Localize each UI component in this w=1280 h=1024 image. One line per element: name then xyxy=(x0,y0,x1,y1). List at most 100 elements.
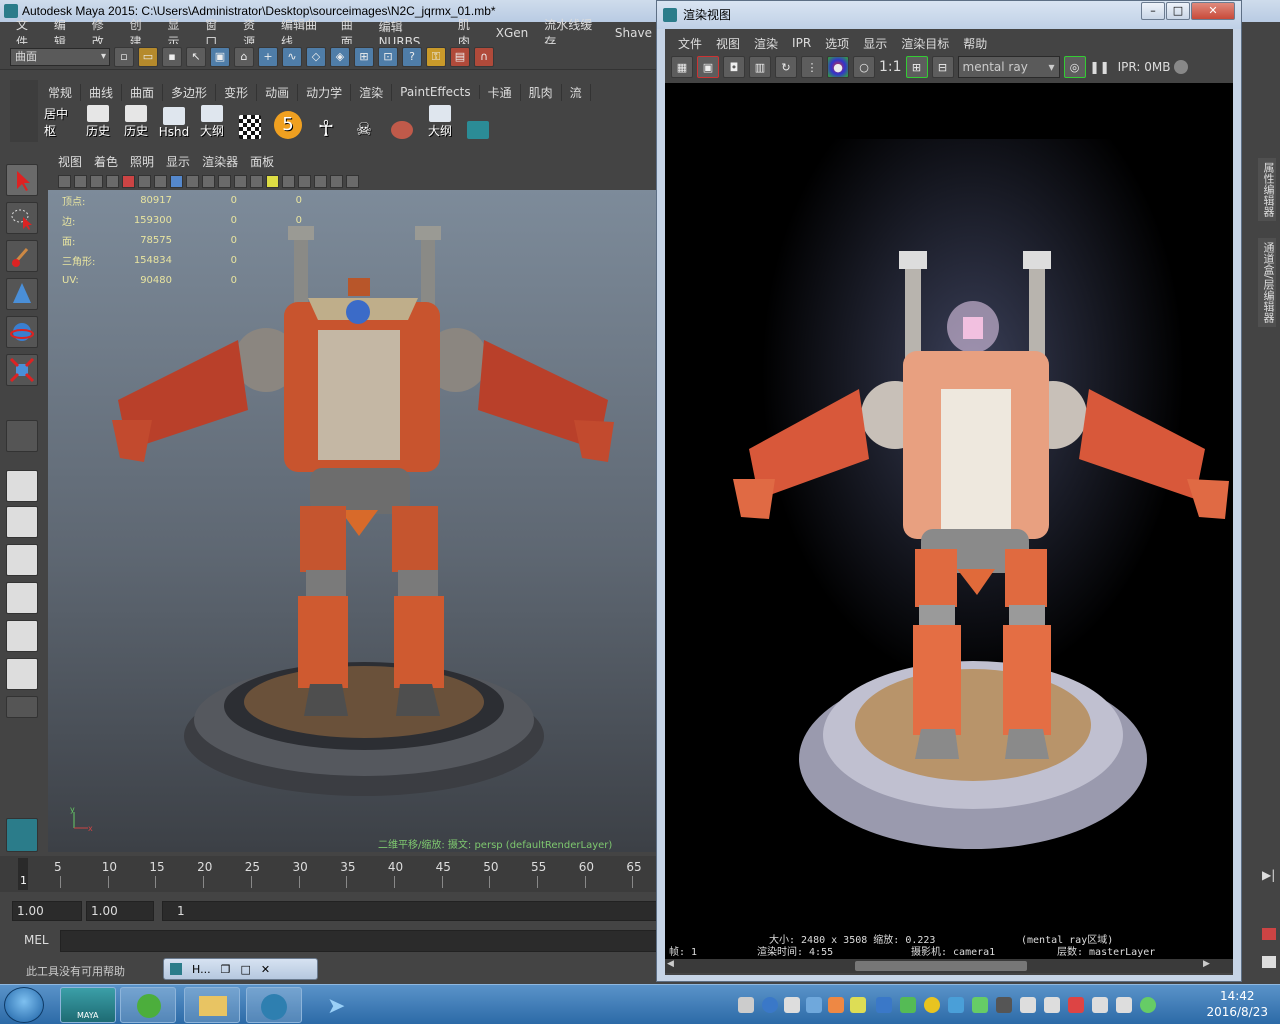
real-size-label[interactable]: 1:1 xyxy=(879,59,902,75)
time-slider[interactable]: 1 5 10 15 20 25 30 35 40 45 50 55 60 65 xyxy=(0,856,660,892)
render-frame-icon[interactable]: ▤ xyxy=(450,46,470,67)
shelf-maya-logo-button[interactable] xyxy=(462,105,494,139)
textured-icon[interactable] xyxy=(234,174,247,188)
mel-command-input[interactable] xyxy=(60,930,658,952)
start-button[interactable] xyxy=(4,987,44,1023)
rotate-tool-icon[interactable] xyxy=(6,316,38,348)
renderer-dropdown[interactable]: mental ray xyxy=(957,56,1060,78)
snapshot-icon[interactable]: ◘ xyxy=(723,56,745,78)
perspective-viewport[interactable]: 顶点:8091700 边:15930000 面:7857500 三角形:1548… xyxy=(48,190,658,852)
gate-mask-icon[interactable] xyxy=(186,174,199,188)
save-scene-icon[interactable]: ▪ xyxy=(162,46,182,67)
last-tool-slot[interactable] xyxy=(6,420,38,452)
script-editor-icon[interactable] xyxy=(1262,956,1276,968)
shelf-history-button[interactable]: 历史 xyxy=(82,105,114,139)
taskbar-browser[interactable] xyxy=(120,987,176,1023)
volume-icon[interactable] xyxy=(1116,997,1132,1013)
wechat-icon[interactable] xyxy=(1140,997,1156,1013)
snap-point-icon[interactable]: ◇ xyxy=(306,46,326,67)
taskbar-video-player[interactable] xyxy=(246,987,302,1023)
image-plane-icon[interactable] xyxy=(90,174,103,188)
viewport-menu-panels[interactable]: 面板 xyxy=(244,153,280,170)
four-view-layout-icon[interactable] xyxy=(6,506,38,538)
render-horizontal-scrollbar[interactable]: ◀ ▶ xyxy=(665,959,1233,973)
input-method-icon[interactable] xyxy=(948,997,964,1013)
taskbar-messenger[interactable]: ➤ xyxy=(310,987,366,1023)
snap-plane-icon[interactable]: ◈ xyxy=(330,46,350,67)
xray-joints-icon[interactable] xyxy=(346,174,359,188)
network-icon[interactable] xyxy=(806,997,822,1013)
ipr-render-icon[interactable]: ▥ xyxy=(749,56,771,78)
rv-menu-render[interactable]: 渲染 xyxy=(747,35,785,52)
lights-icon[interactable] xyxy=(250,174,263,188)
shelf-character-button[interactable]: ☥ xyxy=(310,105,342,141)
render-region-icon[interactable]: ▣ xyxy=(697,56,719,78)
shelf-tab-rendering[interactable]: 渲染 xyxy=(351,83,393,101)
notification-icon[interactable] xyxy=(850,997,866,1013)
graph-layout-icon[interactable] xyxy=(6,582,38,614)
snap-surface-icon[interactable]: ⊞ xyxy=(354,46,374,67)
viewport-menu-show[interactable]: 显示 xyxy=(160,153,196,170)
shelf-tab-polygons[interactable]: 多边形 xyxy=(163,83,217,101)
shelf-paint-button[interactable] xyxy=(386,105,418,139)
shelf-tab-muscle[interactable]: 肌肉 xyxy=(521,83,562,101)
shelf-center-pivot-button[interactable]: 居中枢 xyxy=(44,105,76,139)
app-tray-icon[interactable] xyxy=(900,997,916,1013)
close-icon[interactable]: ✕ xyxy=(261,963,270,976)
shelf-tab-painteffects[interactable]: PaintEffects xyxy=(392,85,480,99)
alpha-channel-icon[interactable]: ○ xyxy=(853,56,875,78)
ipr-shutter-icon[interactable]: ◎ xyxy=(1063,56,1086,78)
scroll-thumb[interactable] xyxy=(855,961,1027,971)
shield-icon[interactable] xyxy=(876,997,892,1013)
stop-icon[interactable] xyxy=(1262,928,1276,940)
layout-more-icon[interactable] xyxy=(6,696,38,718)
menu-set-dropdown[interactable]: 曲面 xyxy=(10,47,110,66)
system-clock[interactable]: 14:42 2016/8/23 xyxy=(1206,988,1268,1020)
rgb-channels-icon[interactable]: ● xyxy=(827,56,849,78)
keyboard-icon[interactable] xyxy=(738,997,754,1013)
viewport-menu-lighting[interactable]: 照明 xyxy=(124,153,160,170)
minimize-button[interactable]: – xyxy=(1141,2,1165,20)
shelf-tab-fluids[interactable]: 流 xyxy=(562,83,591,101)
bookmarks-icon[interactable] xyxy=(74,174,87,188)
curve-layout-icon[interactable] xyxy=(6,658,38,690)
select-object-icon[interactable]: ▣ xyxy=(210,46,230,67)
shelf-tab-general[interactable]: 常规 xyxy=(40,83,82,101)
remove-image-icon[interactable]: ⊟ xyxy=(931,56,954,78)
shelf-tab-surfaces[interactable]: 曲面 xyxy=(122,83,164,101)
magnet-icon[interactable]: ∩ xyxy=(474,46,494,67)
graphics-icon[interactable] xyxy=(972,997,988,1013)
display-icon[interactable] xyxy=(1020,997,1036,1013)
grease-pencil-icon[interactable] xyxy=(106,174,119,188)
shadows-icon[interactable] xyxy=(266,174,279,188)
channel-box-tab[interactable]: 通道盒/层编辑器 xyxy=(1258,238,1276,327)
shelf-outliner-button[interactable]: 大纲 xyxy=(196,105,228,139)
shelf-skull-button[interactable]: ☠ xyxy=(348,105,380,139)
xray-icon[interactable] xyxy=(330,174,343,188)
safely-remove-icon[interactable] xyxy=(1044,997,1060,1013)
shelf-history-button-2[interactable]: 历史 xyxy=(120,105,152,139)
range-slider[interactable]: 1 xyxy=(162,901,658,921)
viewport-menu-shading[interactable]: 着色 xyxy=(88,153,124,170)
menu-xgen[interactable]: XGen xyxy=(488,26,537,40)
move-tool-icon[interactable] xyxy=(6,278,38,310)
attribute-editor-tab[interactable]: 属性编辑器 xyxy=(1258,158,1276,221)
update-icon[interactable] xyxy=(924,997,940,1013)
shelf-hypershade-button[interactable]: Hshd xyxy=(158,105,190,139)
select-component-icon[interactable]: ⌂ xyxy=(234,46,254,67)
rv-menu-view[interactable]: 视图 xyxy=(709,35,747,52)
ambient-occlusion-icon[interactable] xyxy=(282,174,295,188)
menu-shave[interactable]: Shave xyxy=(607,26,660,40)
hypershade-layout-icon[interactable] xyxy=(6,620,38,652)
help-icon[interactable]: ? xyxy=(402,46,422,67)
smooth-shade-icon[interactable] xyxy=(218,174,231,188)
scale-tool-icon[interactable] xyxy=(6,354,38,386)
motion-blur-icon[interactable] xyxy=(298,174,311,188)
power-icon[interactable] xyxy=(1092,997,1108,1013)
mel-label[interactable]: MEL xyxy=(24,933,49,947)
shelf-tab-curves[interactable]: 曲线 xyxy=(81,83,123,101)
render-settings-icon[interactable]: ⋮ xyxy=(801,56,823,78)
rv-menu-help[interactable]: 帮助 xyxy=(956,35,994,52)
new-scene-icon[interactable]: ▫ xyxy=(114,46,134,67)
qq-icon[interactable] xyxy=(996,997,1012,1013)
